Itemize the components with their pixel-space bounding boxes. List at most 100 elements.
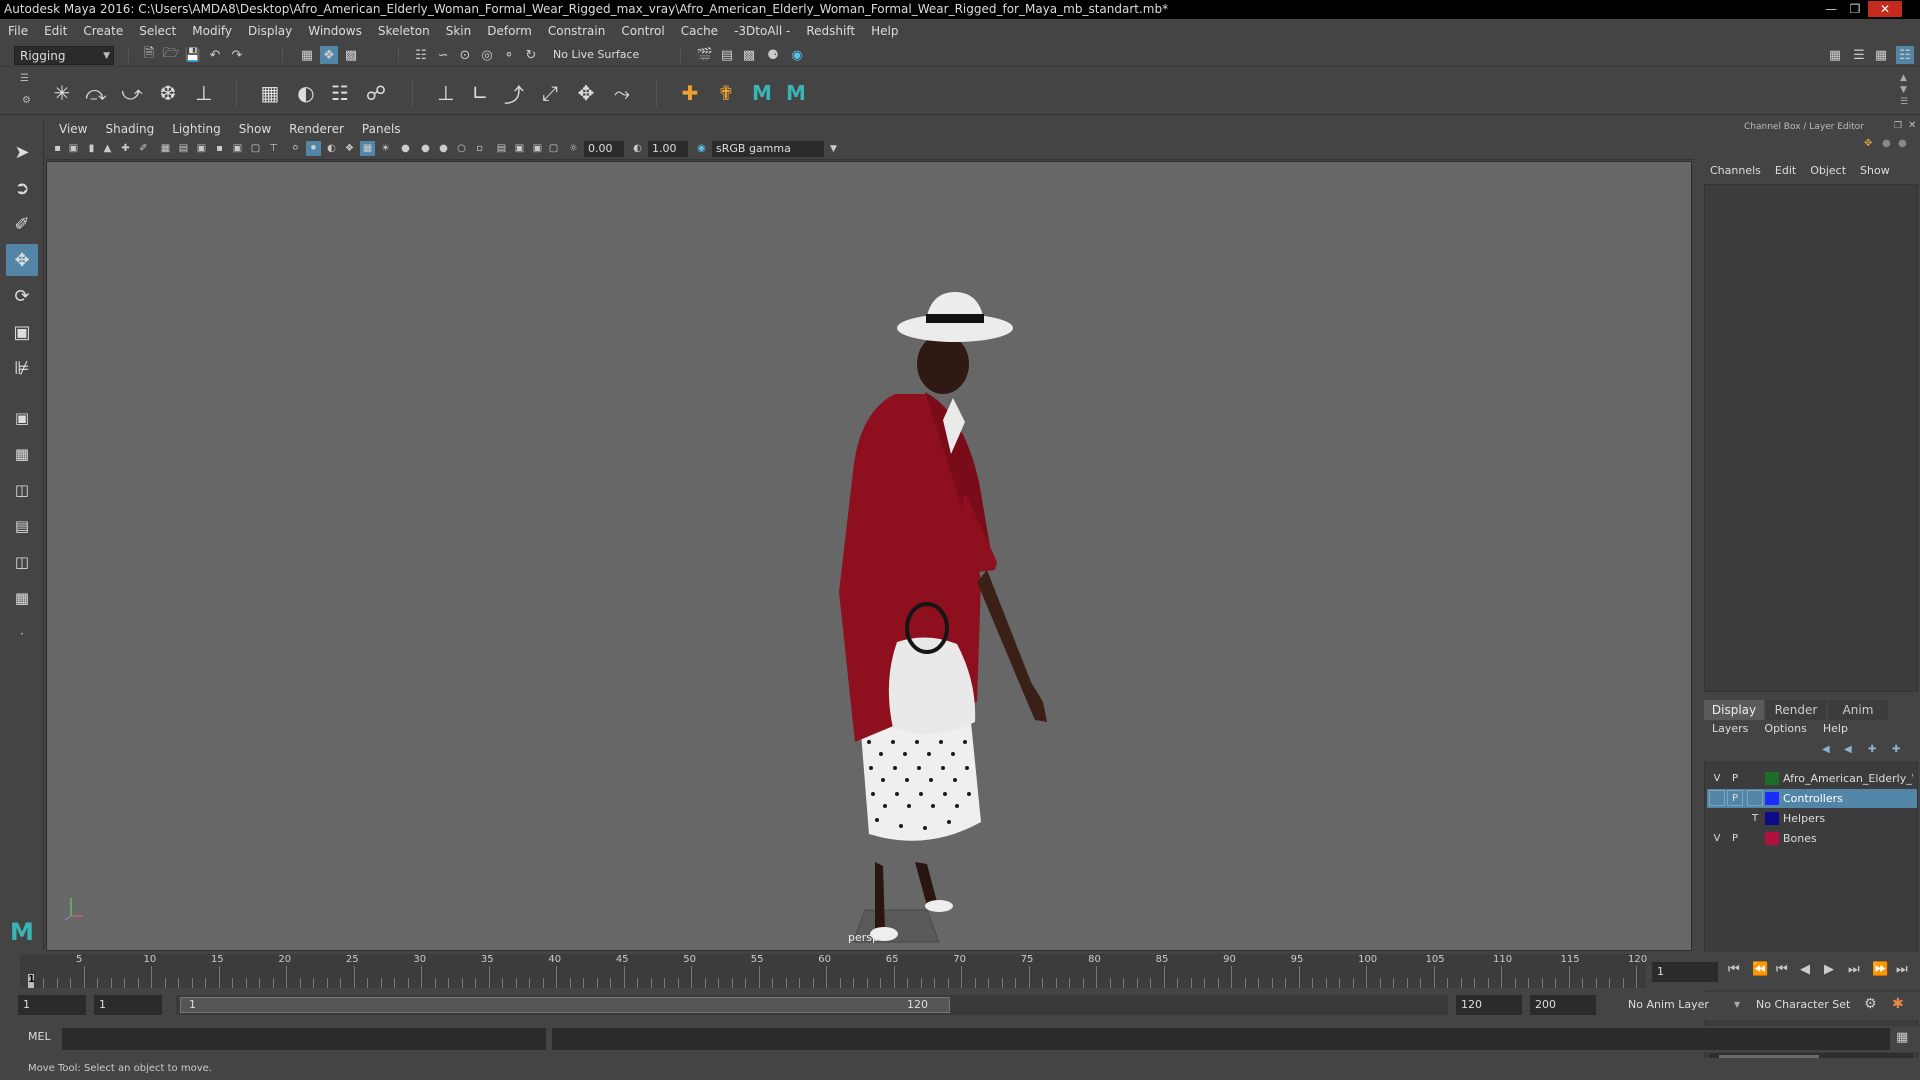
exposure-icon[interactable]: ☼ — [566, 141, 581, 156]
wireframe-icon[interactable]: ⚪ — [288, 141, 303, 156]
maya-script-2-icon[interactable]: M — [780, 77, 812, 109]
tab-display[interactable]: Display — [1704, 700, 1764, 720]
layer-color-swatch[interactable] — [1765, 772, 1779, 785]
menu-3dtoall[interactable]: -3DtoAll - — [726, 19, 798, 43]
redo-icon[interactable]: ↷ — [228, 46, 246, 64]
select-object-icon[interactable]: ❖ — [320, 46, 338, 64]
layer-row[interactable]: V P Bones — [1707, 829, 1917, 848]
insert-joint-icon[interactable]: ❆ — [152, 77, 184, 109]
new-layer-icon[interactable]: ✚ — [1868, 744, 1876, 755]
xray-components-icon[interactable]: ▣ — [530, 141, 545, 156]
channel-menu-show[interactable]: Show — [1860, 164, 1890, 182]
single-perspective-layout-icon[interactable]: ▣ — [6, 402, 38, 434]
move-layer-up-icon[interactable]: ◀ — [1822, 744, 1830, 755]
grid-icon[interactable]: ▦ — [158, 141, 173, 156]
screen-space-ao-icon[interactable]: ● — [398, 141, 413, 156]
use-all-lights-icon[interactable]: ▦ — [360, 141, 375, 156]
channel-menu-object[interactable]: Object — [1810, 164, 1846, 182]
backface-culling-icon[interactable]: ▢ — [546, 141, 561, 156]
layer-row[interactable]: P Controllers — [1707, 789, 1917, 808]
rotate-tool-icon[interactable]: ⟳ — [6, 280, 38, 312]
menu-file[interactable]: File — [0, 19, 36, 43]
go-to-start-icon[interactable]: ⏮ — [1728, 962, 1740, 977]
image-plane-icon[interactable]: ▲ — [100, 141, 115, 156]
bind-skin-icon[interactable]: ▦ — [254, 77, 286, 109]
depth-of-field-icon[interactable]: ○ — [454, 141, 469, 156]
shelf-gear-icon[interactable]: ⚙ — [22, 95, 31, 106]
persp-graph-layout-icon[interactable]: ▤ — [6, 510, 38, 542]
script-language-label[interactable]: MEL — [28, 1030, 51, 1043]
snap-surface-icon[interactable]: ⚬ — [500, 46, 518, 64]
play-forwards-icon[interactable]: ▶ — [1824, 962, 1834, 977]
snap-grid-icon[interactable]: ☷ — [412, 46, 430, 64]
more-layouts-icon[interactable]: · — [6, 618, 38, 650]
scale-constraint-icon[interactable]: ⤢ — [534, 77, 566, 109]
layer-playback[interactable]: P — [1727, 770, 1743, 786]
locator-icon[interactable]: ✚ — [674, 77, 706, 109]
gamma-field[interactable]: 1.00 — [648, 141, 688, 157]
select-camera-icon[interactable]: ▪ — [50, 141, 65, 156]
shadows-icon[interactable]: ☀ — [378, 141, 393, 156]
orient-constraint-icon[interactable]: ⤴ — [498, 77, 530, 109]
safe-action-icon[interactable]: ▢ — [248, 141, 263, 156]
menu-edit[interactable]: Edit — [36, 19, 75, 43]
channel-list[interactable] — [1704, 184, 1918, 692]
animation-end-field[interactable]: 200 — [1530, 995, 1596, 1015]
save-scene-icon[interactable]: 💾 — [184, 46, 202, 64]
ik-spline-icon[interactable]: ⤻ — [116, 77, 148, 109]
textured-icon[interactable]: ❖ — [342, 141, 357, 156]
viewport-menu-view[interactable]: View — [50, 120, 96, 138]
layer-display-type[interactable] — [1747, 790, 1763, 806]
layer-playback[interactable]: P — [1727, 830, 1743, 846]
range-slider[interactable]: 1 120 — [176, 995, 1448, 1015]
menu-help[interactable]: Help — [863, 19, 906, 43]
smooth-shade-icon[interactable]: ⚫ — [306, 141, 321, 156]
film-gate-icon[interactable]: ▤ — [176, 141, 191, 156]
viewport-menu-panels[interactable]: Panels — [353, 120, 410, 138]
menu-deform[interactable]: Deform — [479, 19, 540, 43]
keyable-icon[interactable]: ● — [1882, 138, 1891, 149]
isolate-select-icon[interactable]: ▫ — [472, 141, 487, 156]
animation-start-field[interactable]: 1 — [18, 995, 86, 1015]
viewport-menu-renderer[interactable]: Renderer — [280, 120, 353, 138]
float-panel-icon[interactable]: ❐ — [1894, 121, 1902, 131]
snap-curve-icon[interactable]: ∽ — [434, 46, 452, 64]
layer-visibility[interactable] — [1709, 790, 1725, 806]
render-settings-icon[interactable]: ▩ — [740, 46, 758, 64]
persp-outliner-layout-icon[interactable]: ◫ — [6, 474, 38, 506]
hypershade-layout-icon[interactable]: ◫ — [6, 546, 38, 578]
select-component-icon[interactable]: ▩ — [342, 46, 360, 64]
multisample-aa-icon[interactable]: ● — [436, 141, 451, 156]
parent-constraint-icon[interactable]: ✥ — [570, 77, 602, 109]
paint-weights-icon[interactable]: ◐ — [290, 77, 322, 109]
perspective-viewport[interactable] — [46, 161, 1692, 951]
current-frame-field[interactable]: 1 — [1652, 962, 1718, 982]
menu-skeleton[interactable]: Skeleton — [370, 19, 438, 43]
menu-display[interactable]: Display — [240, 19, 300, 43]
layer-color-swatch[interactable] — [1765, 792, 1779, 805]
layer-visibility[interactable] — [1709, 810, 1725, 826]
menu-control[interactable]: Control — [613, 19, 672, 43]
range-slider-handle[interactable]: 1 120 — [180, 997, 950, 1013]
close-panel-icon[interactable]: ✕ — [1908, 120, 1916, 131]
layer-display-type[interactable]: T — [1747, 810, 1763, 826]
last-tool-icon[interactable]: ⊯ — [6, 352, 38, 384]
step-back-key-icon[interactable]: ⏮ — [1776, 962, 1788, 977]
pole-vector-icon[interactable]: ⤳ — [606, 77, 638, 109]
shelf-menu-icon[interactable]: ☰ — [1900, 97, 1908, 107]
render-current-icon[interactable]: 🎬 — [696, 46, 714, 64]
shelf-tab-icon[interactable]: ☰ — [20, 73, 29, 84]
move-layer-down-icon[interactable]: ◀ — [1844, 744, 1852, 755]
field-chart-icon[interactable]: ▣ — [230, 141, 245, 156]
step-forward-frame-icon[interactable]: ⏩ — [1872, 962, 1888, 977]
cluster-icon[interactable]: ☍ — [360, 77, 392, 109]
lasso-tool-icon[interactable]: ➲ — [6, 172, 38, 204]
attribute-editor-icon[interactable]: ☰ — [1850, 46, 1868, 64]
safe-title-icon[interactable]: ⊤ — [266, 141, 281, 156]
layer-menu-layers[interactable]: Layers — [1712, 722, 1748, 740]
viewport-menu-show[interactable]: Show — [230, 120, 280, 138]
four-view-layout-icon[interactable]: ▦ — [6, 438, 38, 470]
xray-joints-icon[interactable]: ▣ — [512, 141, 527, 156]
channel-menu-edit[interactable]: Edit — [1775, 164, 1796, 182]
menu-cache[interactable]: Cache — [673, 19, 726, 43]
